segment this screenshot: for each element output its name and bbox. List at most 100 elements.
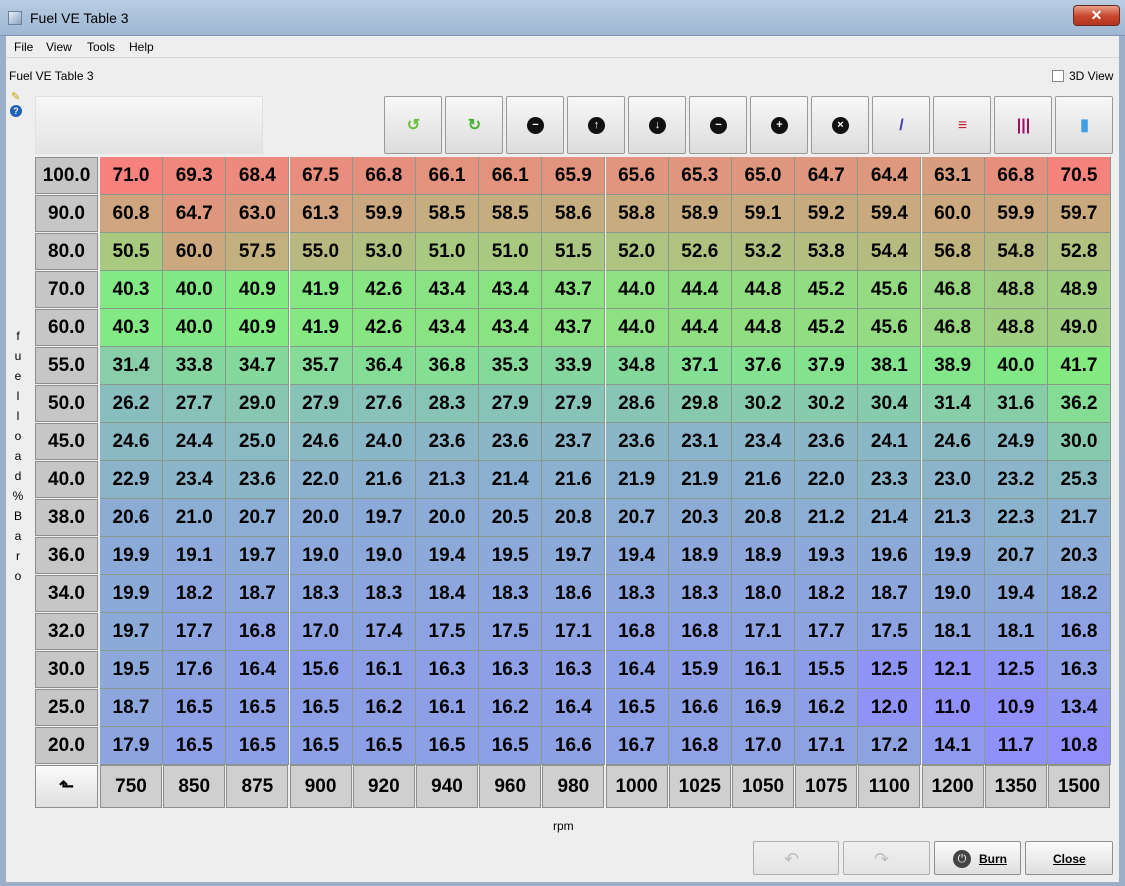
table-cell[interactable]: 16.7 (605, 727, 669, 765)
table-cell[interactable]: 11.0 (921, 689, 985, 727)
table-cell[interactable]: 65.3 (668, 157, 732, 195)
table-cell[interactable]: 18.9 (732, 537, 795, 575)
menu-tools[interactable]: Tools (87, 40, 115, 54)
table-cell[interactable]: 37.9 (795, 347, 859, 385)
column-header[interactable]: 920 (352, 765, 415, 808)
table-cell[interactable]: 43.4 (416, 271, 479, 309)
table-cell[interactable]: 58.9 (668, 195, 732, 233)
column-header[interactable]: 960 (479, 765, 542, 808)
table-cell[interactable]: 60.0 (163, 233, 227, 271)
table-cell[interactable]: 16.5 (289, 727, 353, 765)
table-cell[interactable]: 16.5 (163, 727, 227, 765)
table-cell[interactable]: 17.0 (732, 727, 795, 765)
table-cell[interactable]: 16.6 (668, 689, 732, 727)
table-cell[interactable]: 44.0 (605, 309, 669, 347)
table-cell[interactable]: 40.9 (226, 309, 290, 347)
table-cell[interactable]: 71.0 (100, 157, 163, 195)
table-cell[interactable]: 19.0 (352, 537, 416, 575)
color-gradient-button[interactable]: ▮ (1055, 96, 1113, 154)
interpolate-pen-button[interactable]: / (872, 96, 930, 154)
row-header[interactable]: 90.0 (35, 195, 98, 232)
table-cell[interactable]: 19.0 (289, 537, 353, 575)
table-cell[interactable]: 44.8 (732, 271, 795, 309)
table-cell[interactable]: 64.7 (795, 157, 859, 195)
row-header[interactable]: 34.0 (35, 575, 98, 612)
table-cell[interactable]: 27.9 (542, 385, 606, 423)
menu-file[interactable]: File (14, 40, 33, 54)
table-cell[interactable]: 40.0 (163, 271, 227, 309)
column-header[interactable]: 850 (163, 765, 226, 808)
burn-button[interactable]: ⏻ Burn (934, 841, 1021, 875)
table-cell[interactable]: 18.3 (605, 575, 669, 613)
table-cell[interactable]: 20.7 (605, 499, 669, 537)
table-cell[interactable]: 21.6 (352, 461, 416, 499)
table-cell[interactable]: 40.3 (100, 271, 163, 309)
table-cell[interactable]: 18.6 (542, 575, 606, 613)
menu-view[interactable]: View (46, 40, 72, 54)
table-cell[interactable]: 65.9 (542, 157, 606, 195)
table-cell[interactable]: 25.3 (1048, 461, 1111, 499)
table-cell[interactable]: 17.1 (732, 613, 795, 651)
table-cell[interactable]: 19.7 (542, 537, 606, 575)
table-cell[interactable]: 22.9 (100, 461, 163, 499)
table-cell[interactable]: 38.9 (921, 347, 985, 385)
table-cell[interactable]: 66.8 (984, 157, 1048, 195)
table-cell[interactable]: 42.6 (352, 271, 416, 309)
table-cell[interactable]: 20.3 (668, 499, 732, 537)
column-header[interactable]: 1350 (984, 765, 1047, 808)
table-cell[interactable]: 16.8 (226, 613, 290, 651)
table-cell[interactable]: 16.3 (416, 651, 479, 689)
table-cell[interactable]: 66.1 (416, 157, 479, 195)
table-cell[interactable]: 58.6 (542, 195, 606, 233)
row-header[interactable]: 40.0 (35, 461, 98, 498)
table-cell[interactable]: 19.4 (605, 537, 669, 575)
table-cell[interactable]: 19.4 (984, 575, 1048, 613)
row-header[interactable]: 70.0 (35, 271, 98, 308)
table-cell[interactable]: 65.0 (732, 157, 795, 195)
table-cell[interactable]: 16.2 (795, 689, 859, 727)
table-cell[interactable]: 24.9 (984, 423, 1048, 461)
column-header[interactable]: 750 (100, 765, 162, 808)
column-header[interactable]: 900 (289, 765, 352, 808)
table-cell[interactable]: 58.5 (479, 195, 543, 233)
table-cell[interactable]: 43.4 (479, 309, 543, 347)
row-header[interactable]: 38.0 (35, 499, 98, 536)
table-cell[interactable]: 28.6 (605, 385, 669, 423)
table-cell[interactable]: 16.3 (542, 651, 606, 689)
table-cell[interactable]: 18.3 (352, 575, 416, 613)
table-cell[interactable]: 20.7 (226, 499, 290, 537)
table-cell[interactable]: 20.8 (732, 499, 795, 537)
table-cell[interactable]: 36.2 (1048, 385, 1111, 423)
table-cell[interactable]: 19.6 (858, 537, 922, 575)
table-cell[interactable]: 60.8 (100, 195, 163, 233)
column-header[interactable]: 1050 (732, 765, 794, 808)
table-cell[interactable]: 51.0 (479, 233, 543, 271)
table-cell[interactable]: 53.8 (795, 233, 859, 271)
table-cell[interactable]: 18.7 (100, 689, 163, 727)
table-cell[interactable]: 18.1 (921, 613, 985, 651)
table-cell[interactable]: 16.5 (352, 727, 416, 765)
undo-green-button[interactable]: ↺ (384, 96, 442, 154)
column-header[interactable]: 1100 (858, 765, 921, 808)
table-cell[interactable]: 24.1 (858, 423, 922, 461)
table-cell[interactable]: 24.6 (921, 423, 985, 461)
table-cell[interactable]: 43.7 (542, 309, 606, 347)
table-cell[interactable]: 23.6 (605, 423, 669, 461)
table-cell[interactable]: 42.6 (352, 309, 416, 347)
table-cell[interactable]: 16.8 (605, 613, 669, 651)
table-cell[interactable]: 23.3 (858, 461, 922, 499)
table-cell[interactable]: 16.1 (732, 651, 795, 689)
table-cell[interactable]: 24.4 (163, 423, 227, 461)
table-cell[interactable]: 21.9 (605, 461, 669, 499)
table-cell[interactable]: 17.9 (100, 727, 163, 765)
table-cell[interactable]: 48.9 (1048, 271, 1111, 309)
row-header[interactable]: 32.0 (35, 613, 98, 650)
row-header[interactable]: 60.0 (35, 309, 98, 346)
table-cell[interactable]: 23.1 (668, 423, 732, 461)
column-header[interactable]: 1200 (921, 765, 984, 808)
row-header[interactable]: 55.0 (35, 347, 98, 384)
table-cell[interactable]: 19.5 (479, 537, 543, 575)
table-cell[interactable]: 22.3 (984, 499, 1048, 537)
table-cell[interactable]: 19.7 (226, 537, 290, 575)
table-cell[interactable]: 43.7 (542, 271, 606, 309)
